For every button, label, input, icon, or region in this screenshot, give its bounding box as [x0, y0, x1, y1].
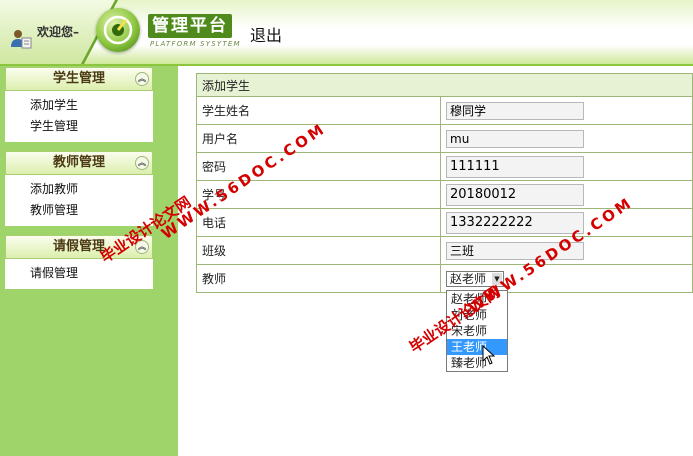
- sidebar-group-header-student[interactable]: 学生管理 ︽: [5, 67, 153, 91]
- sidebar-item-student-management[interactable]: 学生管理: [5, 116, 153, 137]
- field-label: 电话: [196, 208, 441, 237]
- phone-input[interactable]: [446, 211, 584, 234]
- student-name-input[interactable]: [446, 101, 584, 120]
- collapse-icon[interactable]: ︽: [135, 72, 149, 86]
- password-input[interactable]: [446, 155, 584, 178]
- collapse-icon[interactable]: ︽: [135, 156, 149, 170]
- dropdown-option[interactable]: 臻老师: [447, 355, 507, 371]
- sidebar-item-add-teacher[interactable]: 添加教师: [5, 179, 153, 200]
- form-row-teacher: 教师 赵老师 ▼: [196, 264, 693, 293]
- logout-link[interactable]: 退出: [250, 22, 282, 46]
- header: 欢迎您– 管理平台 PLATFORM SYSYTEM 退出: [0, 0, 693, 66]
- sidebar-item-add-student[interactable]: 添加学生: [5, 95, 153, 116]
- teacher-select-value: 赵老师: [450, 271, 487, 286]
- sidebar-item-leave-management[interactable]: 请假管理: [5, 263, 153, 284]
- sidebar-group-title: 学生管理: [52, 71, 105, 86]
- sidebar-group-student: 学生管理 ︽ 添加学生 学生管理: [5, 67, 153, 142]
- form-caption: 添加学生: [196, 73, 693, 97]
- student-id-input[interactable]: [446, 183, 584, 206]
- brand-title: 管理平台: [148, 14, 232, 38]
- form-row-name: 学生姓名: [196, 96, 693, 125]
- sidebar-group-title: 教师管理: [52, 155, 105, 170]
- field-label: 教师: [196, 264, 441, 293]
- username-input[interactable]: [446, 129, 584, 148]
- sidebar: 学生管理 ︽ 添加学生 学生管理 教师管理 ︽ 添加教师 教师管理 请假管理 ︽…: [0, 66, 178, 456]
- user-icon: [11, 30, 32, 49]
- mouse-cursor-icon: [482, 345, 496, 365]
- dropdown-option-highlighted[interactable]: 王老师: [447, 339, 507, 355]
- logo-icon: [96, 8, 140, 52]
- brand-subtitle: PLATFORM SYSYTEM: [150, 40, 241, 48]
- add-student-form: 添加学生 学生姓名 用户名 密码 学号 电话 班级 教师 赵老师 ▼: [196, 73, 693, 293]
- sidebar-item-teacher-management[interactable]: 教师管理: [5, 200, 153, 221]
- form-row-class: 班级: [196, 236, 693, 265]
- welcome-text: 欢迎您–: [37, 25, 80, 39]
- field-label: 班级: [196, 236, 441, 265]
- form-row-username: 用户名: [196, 124, 693, 153]
- sidebar-group-teacher: 教师管理 ︽ 添加教师 教师管理: [5, 151, 153, 226]
- sidebar-group-header-teacher[interactable]: 教师管理 ︽: [5, 151, 153, 175]
